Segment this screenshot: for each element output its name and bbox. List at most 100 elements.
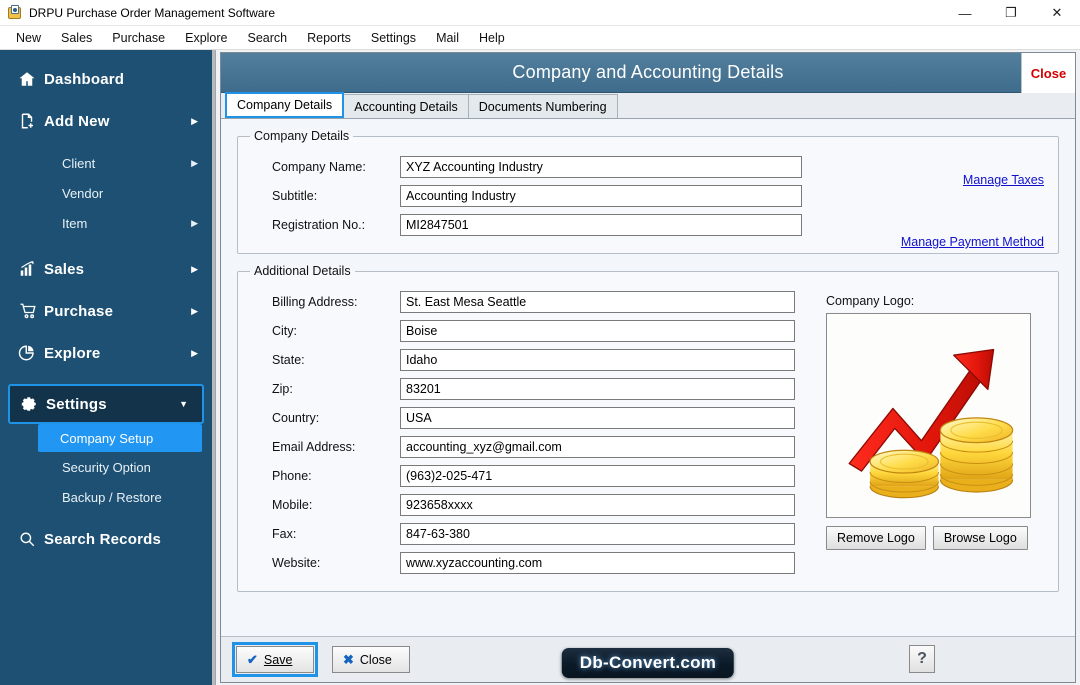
field-registration-no: Registration No.: [250,214,1046,236]
label-zip: Zip: [272,382,293,396]
save-button[interactable]: ✔ Save [232,642,318,677]
menu-item-mail[interactable]: Mail [426,28,469,48]
input-zip[interactable] [400,378,795,400]
sidebar-label-search-records: Search Records [44,530,162,548]
additional-details-group: Additional Details Billing Address: City… [237,264,1059,592]
sidebar-label-dashboard: Dashboard [44,70,125,88]
menu-item-search[interactable]: Search [238,28,298,48]
browse-logo-button[interactable]: Browse Logo [932,526,1028,550]
form-header: Company and Accounting Details Close [221,53,1075,93]
input-subtitle[interactable] [400,185,802,207]
close-icon[interactable]: ✕ [1034,0,1080,26]
growth-chart-coins-logo [848,348,1013,498]
input-country[interactable] [400,407,795,429]
label-registration-no: Registration No.: [272,218,366,232]
label-email-address: Email Address: [272,440,356,454]
menu-item-settings[interactable]: Settings [361,28,426,48]
input-mobile[interactable] [400,494,795,516]
sidebar-item-purchase[interactable]: Purchase ▶ [0,290,212,332]
form-footer: ✔ Save ✖ Close Db-Convert.com ? [221,636,1075,682]
label-state: State: [272,353,305,367]
chevron-right-icon: ▶ [191,347,198,358]
menu-item-help[interactable]: Help [469,28,515,48]
tab-documents-numbering[interactable]: Documents Numbering [467,94,618,118]
label-city: City: [272,324,297,338]
sidebar-label-add-new: Add New [44,112,110,130]
window-controls: — ❐ ✕ [942,0,1080,26]
sidebar-item-backup-restore[interactable]: Backup / Restore [0,482,212,512]
chevron-right-icon: ▶ [191,115,198,126]
chevron-right-icon: ▶ [191,217,198,228]
menu-item-new[interactable]: New [6,28,51,48]
cancel-button[interactable]: ✖ Close [332,646,410,673]
company-details-group: Company Details Company Name: Subtitle: … [237,129,1059,254]
sidebar-label-item: Item [62,215,88,231]
document-plus-icon [18,112,44,130]
link-manage-payment-method[interactable]: Manage Payment Method [901,235,1044,249]
company-logo-section: Company Logo: Remove Logo Browse Logo [826,294,1036,550]
help-button[interactable]: ? [909,645,935,673]
chevron-down-icon: ▼ [179,399,188,409]
sidebar-item-explore[interactable]: Explore ▶ [0,332,212,374]
label-country: Country: [272,411,320,425]
remove-logo-button[interactable]: Remove Logo [826,526,926,550]
label-company-name: Company Name: [272,160,366,174]
menu-item-explore[interactable]: Explore [175,28,237,48]
search-icon [18,530,44,548]
label-phone: Phone: [272,469,312,483]
sidebar-item-security-option[interactable]: Security Option [0,452,212,482]
input-email-address[interactable] [400,436,795,458]
check-icon: ✔ [247,651,258,667]
label-fax: Fax: [272,527,297,541]
input-fax[interactable] [400,523,795,545]
menu-item-sales[interactable]: Sales [51,28,102,48]
company-details-legend: Company Details [254,129,350,143]
input-billing-address[interactable] [400,291,795,313]
menu-item-purchase[interactable]: Purchase [102,28,175,48]
tab-accounting-details[interactable]: Accounting Details [343,94,469,118]
input-phone[interactable] [400,465,795,487]
watermark-text: Db-Convert.com [579,653,717,672]
label-billing-address: Billing Address: [272,295,358,309]
menu-item-reports[interactable]: Reports [297,28,361,48]
sidebar-label-security-option: Security Option [62,459,151,475]
watermark-badge: Db-Convert.com [561,648,735,678]
sidebar-item-add-new[interactable]: Add New ▶ [0,100,212,142]
sidebar-item-dashboard[interactable]: Dashboard [0,58,212,100]
input-company-name[interactable] [400,156,802,178]
input-city[interactable] [400,320,795,342]
sidebar-item-client[interactable]: Client ▶ [0,148,212,178]
logo-buttons: Remove Logo Browse Logo [826,526,1036,550]
field-website: Website: [250,552,1046,574]
sidebar-item-sales[interactable]: Sales ▶ [0,248,212,290]
sidebar-item-item[interactable]: Item ▶ [0,208,212,238]
link-manage-taxes[interactable]: Manage Taxes [963,173,1044,187]
field-subtitle: Subtitle: [250,185,1046,207]
input-state[interactable] [400,349,795,371]
form-body: Company Details Company Name: Subtitle: … [221,119,1075,636]
input-registration-no[interactable] [400,214,802,236]
save-button-label: Save [263,652,293,667]
page-title: Company and Accounting Details [512,62,784,82]
menubar: New Sales Purchase Explore Search Report… [0,26,1080,50]
sidebar-item-vendor[interactable]: Vendor [0,178,212,208]
restore-icon[interactable]: ❐ [988,0,1034,26]
header-close-button[interactable]: Close [1021,53,1075,93]
sidebar-label-company-setup: Company Setup [60,430,154,446]
input-website[interactable] [400,552,795,574]
sidebar-item-company-setup[interactable]: Company Setup [38,424,202,452]
sidebar-label-explore: Explore [44,344,101,362]
sidebar-item-settings[interactable]: Settings ▼ [8,384,204,424]
content-area: Company and Accounting Details Close Com… [215,50,1080,685]
gear-icon [20,395,46,413]
cancel-button-label: Close [359,652,392,667]
sidebar-label-sales: Sales [44,260,85,278]
chevron-right-icon: ▶ [191,157,198,168]
sidebar-label-purchase: Purchase [44,302,114,320]
sidebar: Dashboard Add New ▶ Client ▶ Vendor Item… [0,50,215,685]
minimize-icon[interactable]: — [942,0,988,26]
tab-company-details[interactable]: Company Details [225,92,345,118]
tabstrip: Company Details Accounting Details Docum… [221,92,1075,119]
label-company-logo: Company Logo: [826,294,915,308]
sidebar-item-search-records[interactable]: Search Records [0,518,212,560]
